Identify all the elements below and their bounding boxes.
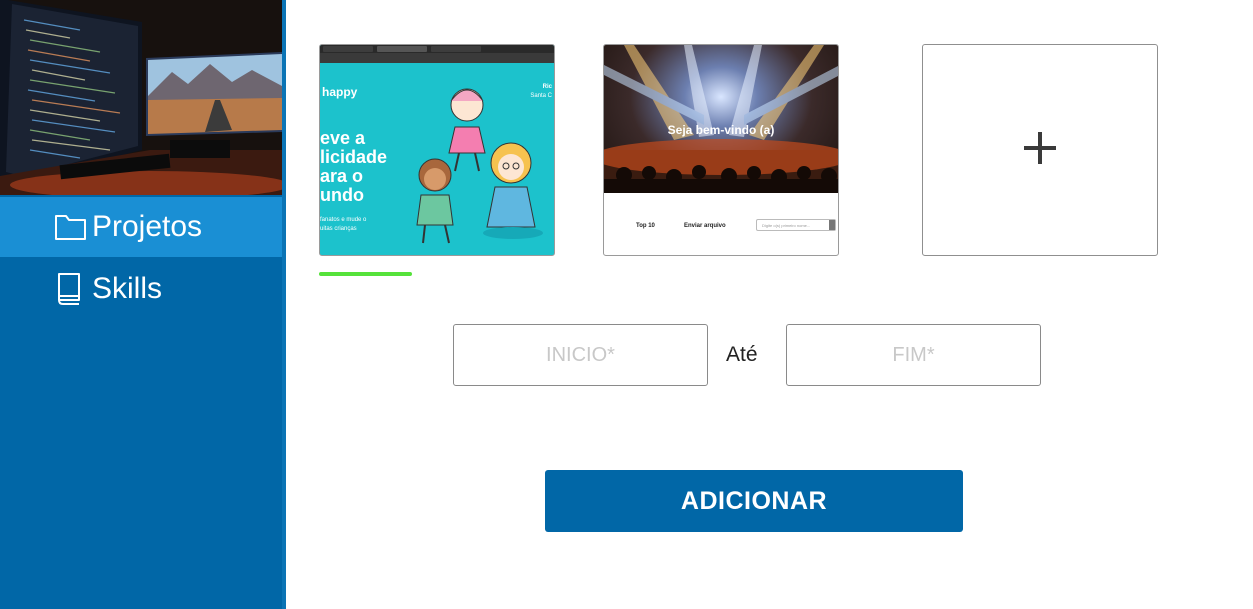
book-icon bbox=[54, 272, 88, 306]
sidebar-edge bbox=[282, 0, 286, 609]
concert-nav-item: Enviar arquivo bbox=[684, 223, 726, 229]
sidebar-item-skills[interactable]: Skills bbox=[0, 259, 282, 319]
end-date-input[interactable] bbox=[786, 324, 1041, 386]
kids-illustration bbox=[416, 88, 543, 244]
concert-search-field: Digite o(s) primeiro nome... bbox=[756, 219, 836, 231]
browser-tab-bar bbox=[320, 45, 554, 53]
sidebar-cover-image bbox=[0, 0, 282, 195]
concert-nav-item: Top 10 bbox=[636, 223, 655, 229]
folder-icon bbox=[54, 210, 88, 244]
add-project-card[interactable] bbox=[922, 44, 1158, 256]
start-date-input[interactable] bbox=[453, 324, 708, 386]
sidebar-item-label: Projetos bbox=[92, 210, 203, 243]
sidebar-item-label: Skills bbox=[92, 272, 163, 305]
browser-address-bar bbox=[320, 53, 554, 63]
project-logo: happy bbox=[322, 85, 358, 99]
project-card-happy[interactable]: happy Ric Santa C eve a licidade ara o u… bbox=[319, 44, 555, 256]
range-separator: Até bbox=[726, 343, 758, 366]
sidebar-item-projetos[interactable]: Projetos bbox=[0, 197, 282, 257]
project-subtext: fanatos e mude o uitas crianças bbox=[320, 217, 367, 232]
project-headline: eve a licidade ara o undo bbox=[320, 128, 388, 205]
project-card-concert[interactable]: Seja bem-vindo (a) Top 10 Enviar arquivo… bbox=[603, 44, 839, 256]
plus-icon bbox=[1023, 131, 1057, 170]
sidebar: Projetos Skills bbox=[0, 0, 286, 609]
carousel-progress-bar bbox=[319, 272, 412, 276]
concert-hero-image: Seja bem-vindo (a) bbox=[604, 45, 838, 193]
concert-welcome-title: Seja bem-vindo (a) bbox=[667, 123, 775, 137]
add-button[interactable]: ADICIONAR bbox=[545, 470, 963, 532]
